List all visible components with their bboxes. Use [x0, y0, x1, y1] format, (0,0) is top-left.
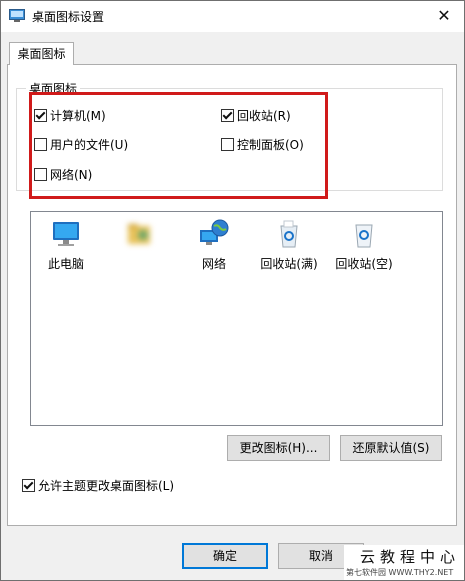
user-folder-icon [128, 224, 150, 244]
recycle-bin-full-icon [280, 220, 298, 248]
change-icon-button[interactable]: 更改图标(H)... [227, 435, 330, 461]
close-icon[interactable]: ✕ [432, 5, 456, 27]
recycle-bin-empty-icon [355, 224, 373, 248]
ok-button[interactable]: 确定 [182, 543, 268, 569]
list-item-recycle-bin-full[interactable]: 回收站(满) [254, 218, 324, 272]
watermark: 云教程中心 第七软件园 WWW.THY2.NET [344, 545, 464, 580]
desktop-settings-icon [9, 9, 25, 22]
checkbox-box[interactable] [22, 478, 35, 492]
checkbox-label: 允许主题更改桌面图标(L) [38, 478, 175, 493]
list-item-network[interactable]: 网络 [179, 218, 249, 272]
watermark-url: 第七软件园 WWW.THY2.NET [346, 568, 454, 577]
network-globe-icon [200, 219, 229, 245]
checkbox-allow-themes[interactable]: 允许主题更改桌面图标(L) [22, 477, 174, 493]
list-item-this-pc[interactable]: 此电脑 [31, 218, 101, 272]
monitor-icon [53, 222, 79, 246]
list-item-user-files[interactable] [104, 218, 174, 269]
red-highlight-annotation [29, 92, 328, 199]
icon-label: 此电脑 [47, 257, 84, 271]
icon-list[interactable]: 此电脑 网络 回收站(满) 回收站(空) [30, 211, 443, 426]
window-title: 桌面图标设置 [32, 10, 105, 24]
title-bar[interactable]: 桌面图标设置 ✕ [1, 1, 464, 32]
tab-desktop-icons[interactable]: 桌面图标 [9, 42, 74, 65]
icon-label: 回收站(空) [335, 257, 393, 271]
dialog-window: 桌面图标设置 ✕ 桌面图标 桌面图标 计算机(M) 回收站(R) 用户的文件(U… [0, 0, 465, 581]
list-item-recycle-bin-empty[interactable]: 回收站(空) [329, 218, 399, 272]
icon-label: 回收站(满) [260, 257, 318, 271]
restore-default-button[interactable]: 还原默认值(S) [340, 435, 442, 461]
watermark-title: 云教程中心 [360, 548, 461, 566]
icon-label [104, 255, 174, 269]
icon-label: 网络 [201, 257, 226, 271]
